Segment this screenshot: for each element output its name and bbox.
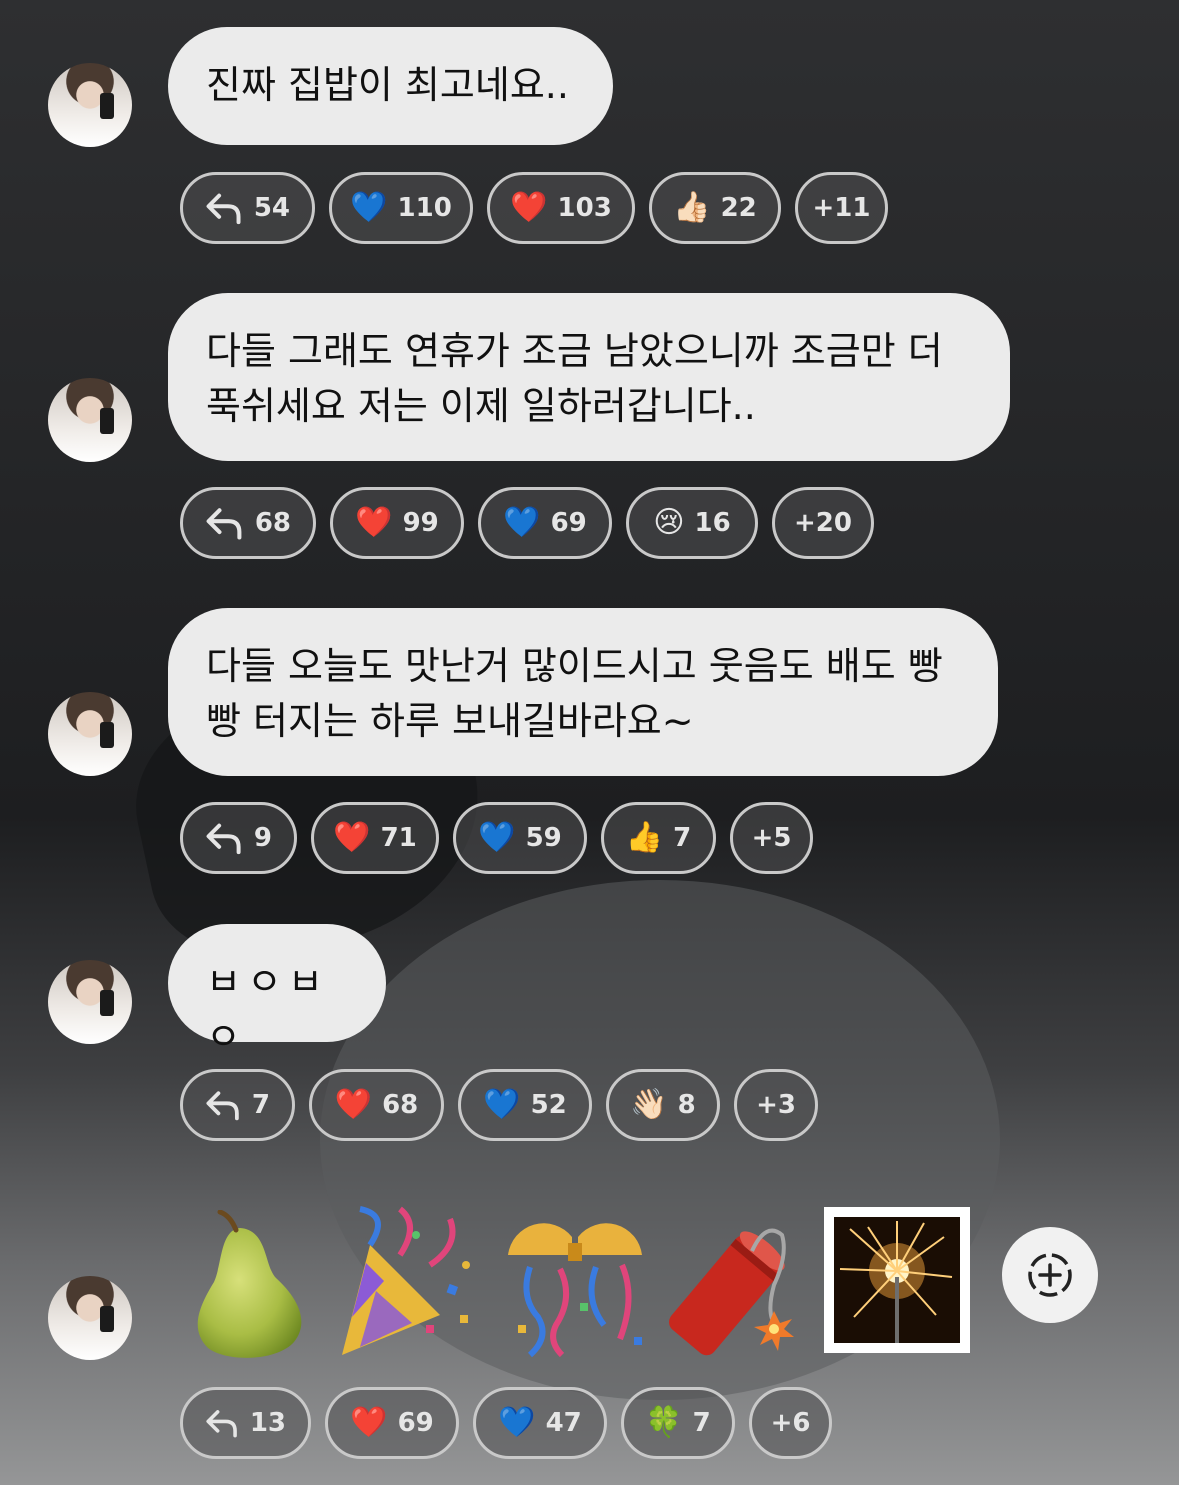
reaction-bar: 68 ❤️ 99 💙 69 😢 16 +20 [180, 487, 874, 559]
red-heart-icon: ❤️ [355, 505, 393, 540]
more-reactions-chip[interactable]: +6 [749, 1387, 832, 1459]
add-reaction-icon [1028, 1253, 1072, 1297]
reaction-chip-red-heart[interactable]: ❤️ 68 [309, 1069, 444, 1141]
message-bubble[interactable]: 진짜 집밥이 최고네요.. [168, 27, 613, 145]
reaction-chip-crying[interactable]: 😢 16 [626, 487, 758, 559]
reply-icon [206, 193, 241, 225]
crying-face-icon: 😢 [653, 505, 685, 540]
reaction-chip-blue-heart[interactable]: 💙 47 [473, 1387, 607, 1459]
more-reactions-chip[interactable]: +20 [772, 487, 874, 559]
message-bubble[interactable]: ㅂㅇㅂㅇ [168, 924, 386, 1059]
reaction-chip-waving-hand[interactable]: 👋🏻 8 [606, 1069, 720, 1141]
reply-chip[interactable]: 7 [180, 1069, 295, 1141]
reaction-chip-blue-heart[interactable]: 💙 59 [453, 802, 587, 874]
reaction-chip-red-heart[interactable]: ❤️ 69 [325, 1387, 459, 1459]
reply-icon [206, 1410, 237, 1438]
more-reactions-chip[interactable]: +11 [795, 172, 888, 244]
more-reactions-chip[interactable]: +3 [734, 1069, 818, 1141]
add-reaction-button[interactable] [1002, 1227, 1098, 1323]
reaction-chip-red-heart[interactable]: ❤️ 71 [311, 802, 439, 874]
reply-icon [206, 1091, 239, 1121]
message-bubble[interactable]: 다들 그래도 연휴가 조금 남았으니까 조금만 더 푹쉬세요 저는 이제 일하러… [168, 293, 1010, 461]
avatar[interactable] [48, 960, 132, 1044]
blue-heart-icon: 💙 [503, 505, 541, 540]
more-reactions-chip[interactable]: +5 [730, 802, 813, 874]
blue-heart-icon: 💙 [498, 1405, 536, 1440]
avatar[interactable] [48, 692, 132, 776]
thumbs-up-icon: 👍🏻 [673, 190, 711, 225]
sparkler-icon [824, 1207, 970, 1353]
reply-chip[interactable]: 9 [180, 802, 297, 874]
reply-chip[interactable]: 68 [180, 487, 316, 559]
blue-heart-icon: 💙 [350, 190, 388, 225]
firecracker-icon [669, 1228, 794, 1356]
red-heart-icon: ❤️ [334, 1087, 373, 1122]
pear-icon [197, 1210, 302, 1358]
message-bubble[interactable]: 다들 오늘도 맛난거 많이드시고 웃음도 배도 빵 빵 터지는 하루 보내길바라… [168, 608, 998, 776]
blue-heart-icon: 💙 [483, 1087, 521, 1122]
reply-chip[interactable]: 54 [180, 172, 315, 244]
reaction-bar: 13 ❤️ 69 💙 47 🍀 7 +6 [180, 1387, 832, 1459]
reaction-chip-blue-heart[interactable]: 💙 69 [478, 487, 612, 559]
reaction-bar: 54 💙 110 ❤️ 103 👍🏻 22 +11 [180, 172, 888, 244]
party-popper-icon [342, 1206, 470, 1355]
reaction-chip-blue-heart[interactable]: 💙 52 [458, 1069, 592, 1141]
avatar[interactable] [48, 63, 132, 147]
reaction-chip-thumbs-up[interactable]: 👍🏻 22 [649, 172, 781, 244]
blue-heart-icon: 💙 [478, 820, 516, 855]
four-leaf-clover-icon: 🍀 [645, 1405, 683, 1440]
reaction-chip-red-heart[interactable]: ❤️ 103 [487, 172, 635, 244]
thumbs-up-icon: 👍 [625, 820, 664, 855]
reaction-chip-blue-heart[interactable]: 💙 110 [329, 172, 473, 244]
reply-icon [206, 508, 242, 540]
reaction-bar: 7 ❤️ 68 💙 52 👋🏻 8 +3 [180, 1069, 818, 1141]
red-heart-icon: ❤️ [350, 1405, 388, 1440]
avatar[interactable] [48, 378, 132, 462]
red-heart-icon: ❤️ [333, 820, 371, 855]
reaction-chip-clover[interactable]: 🍀 7 [621, 1387, 735, 1459]
waving-hand-icon: 👋🏻 [630, 1087, 668, 1122]
reply-icon [206, 823, 241, 855]
red-heart-icon: ❤️ [510, 190, 548, 225]
reaction-chip-red-heart[interactable]: ❤️ 99 [330, 487, 464, 559]
avatar[interactable] [48, 1276, 132, 1360]
reply-chip[interactable]: 13 [180, 1387, 311, 1459]
reaction-chip-thumbs-up[interactable]: 👍 7 [601, 802, 716, 874]
reaction-bar: 9 ❤️ 71 💙 59 👍 7 +5 [180, 802, 813, 874]
confetti-ball-icon [508, 1223, 642, 1358]
